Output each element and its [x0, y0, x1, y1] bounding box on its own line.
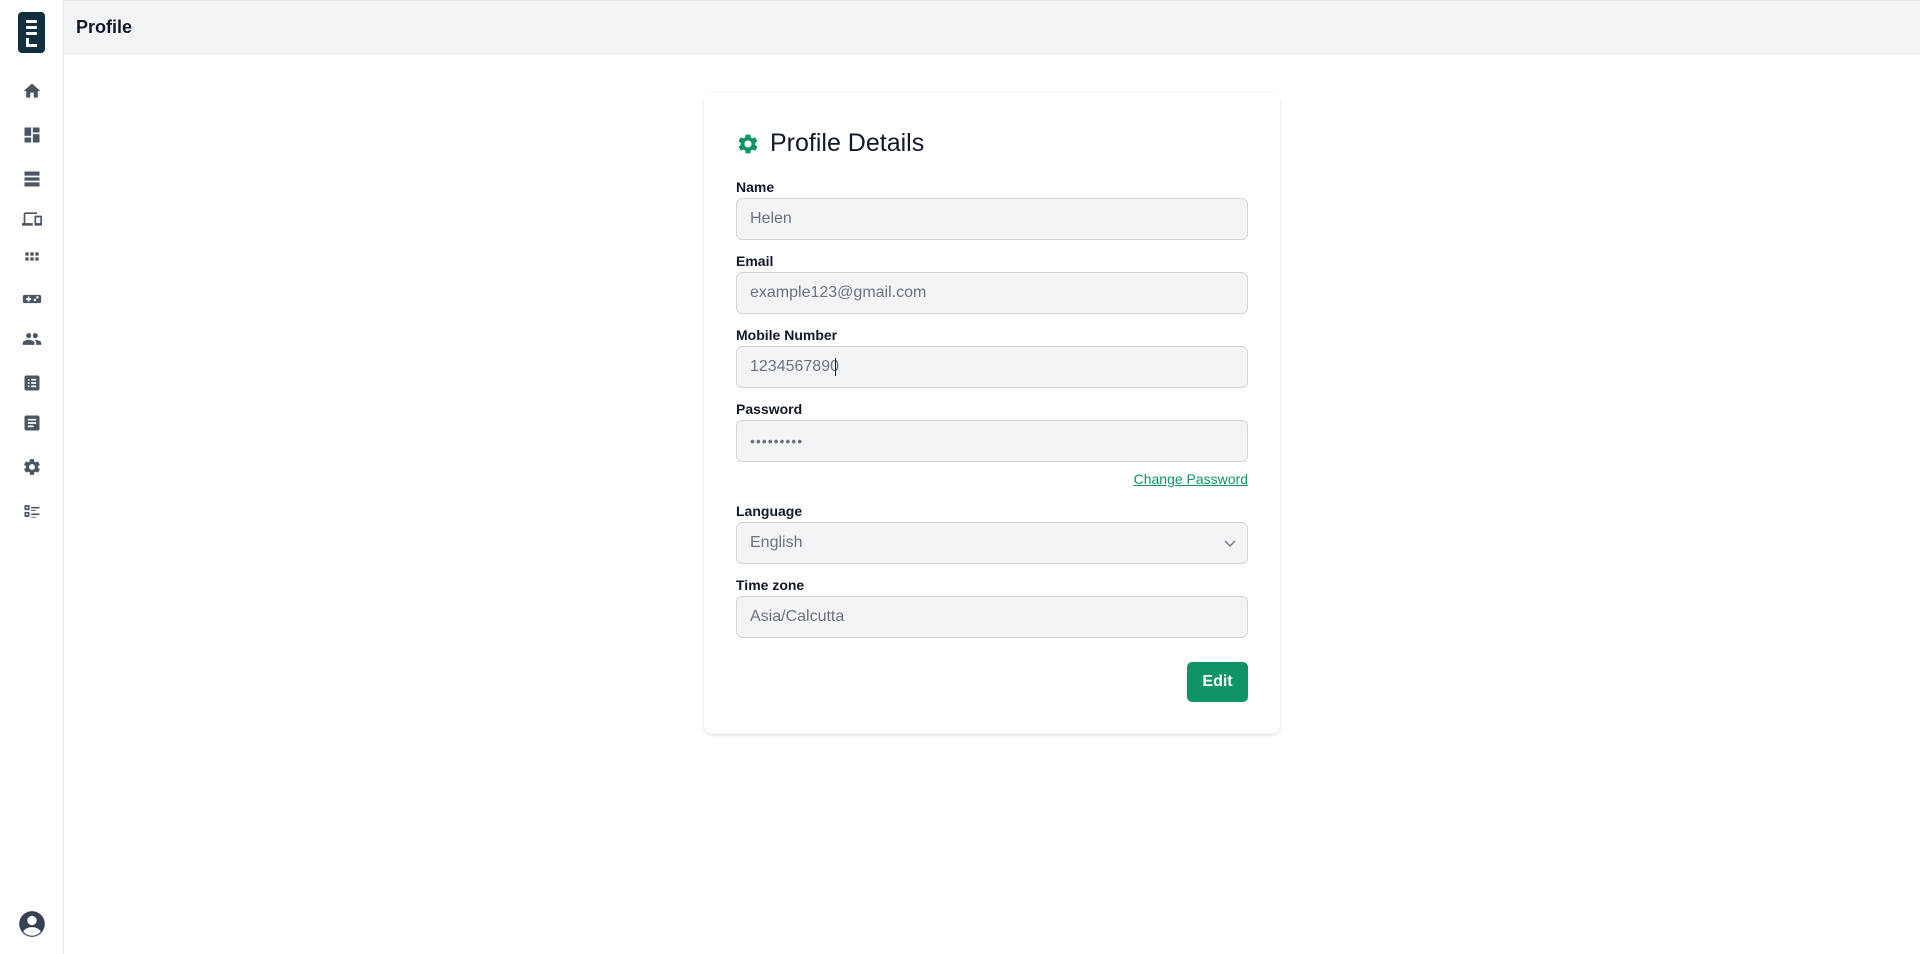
timezone-input[interactable] [736, 596, 1248, 638]
language-select[interactable]: English [736, 522, 1248, 564]
card-header: Profile Details [736, 129, 924, 158]
mobile-input[interactable] [736, 346, 1248, 388]
text-caret [835, 358, 836, 376]
settings-gear-icon [738, 134, 758, 153]
page-title: Profile [76, 17, 133, 37]
password-input[interactable] [736, 420, 1248, 462]
storage-icon[interactable] [16, 163, 48, 195]
devices-icon[interactable] [16, 203, 48, 235]
email-input[interactable] [736, 272, 1248, 314]
gamepad-icon[interactable] [16, 283, 48, 315]
sidebar [0, 0, 64, 954]
password-label: Password [736, 401, 803, 417]
timezone-label: Time zone [736, 577, 805, 593]
checklist-icon[interactable] [16, 495, 48, 527]
email-label: Email [736, 253, 774, 269]
change-password-link[interactable]: Change Password [1134, 471, 1248, 487]
card-title: Profile Details [770, 129, 925, 157]
document-icon[interactable] [16, 407, 48, 439]
list-icon[interactable] [16, 367, 48, 399]
app-logo[interactable] [18, 12, 45, 53]
name-input[interactable] [736, 198, 1248, 240]
top-bar: Profile [64, 0, 1920, 54]
users-icon[interactable] [16, 323, 48, 355]
name-label: Name [736, 179, 775, 195]
profile-card: Profile Details Name Email Mobile Number… [704, 93, 1280, 734]
mobile-label: Mobile Number [736, 327, 838, 343]
settings-icon[interactable] [16, 451, 48, 483]
language-value: English [736, 522, 1248, 564]
account-circle-icon[interactable] [18, 910, 46, 938]
apps-grid-icon[interactable] [16, 243, 48, 275]
home-icon[interactable] [16, 75, 48, 107]
dashboard-icon[interactable] [16, 119, 48, 151]
edit-button[interactable]: Edit [1187, 662, 1248, 702]
chevron-down-icon [1224, 540, 1236, 547]
language-label: Language [736, 503, 803, 519]
